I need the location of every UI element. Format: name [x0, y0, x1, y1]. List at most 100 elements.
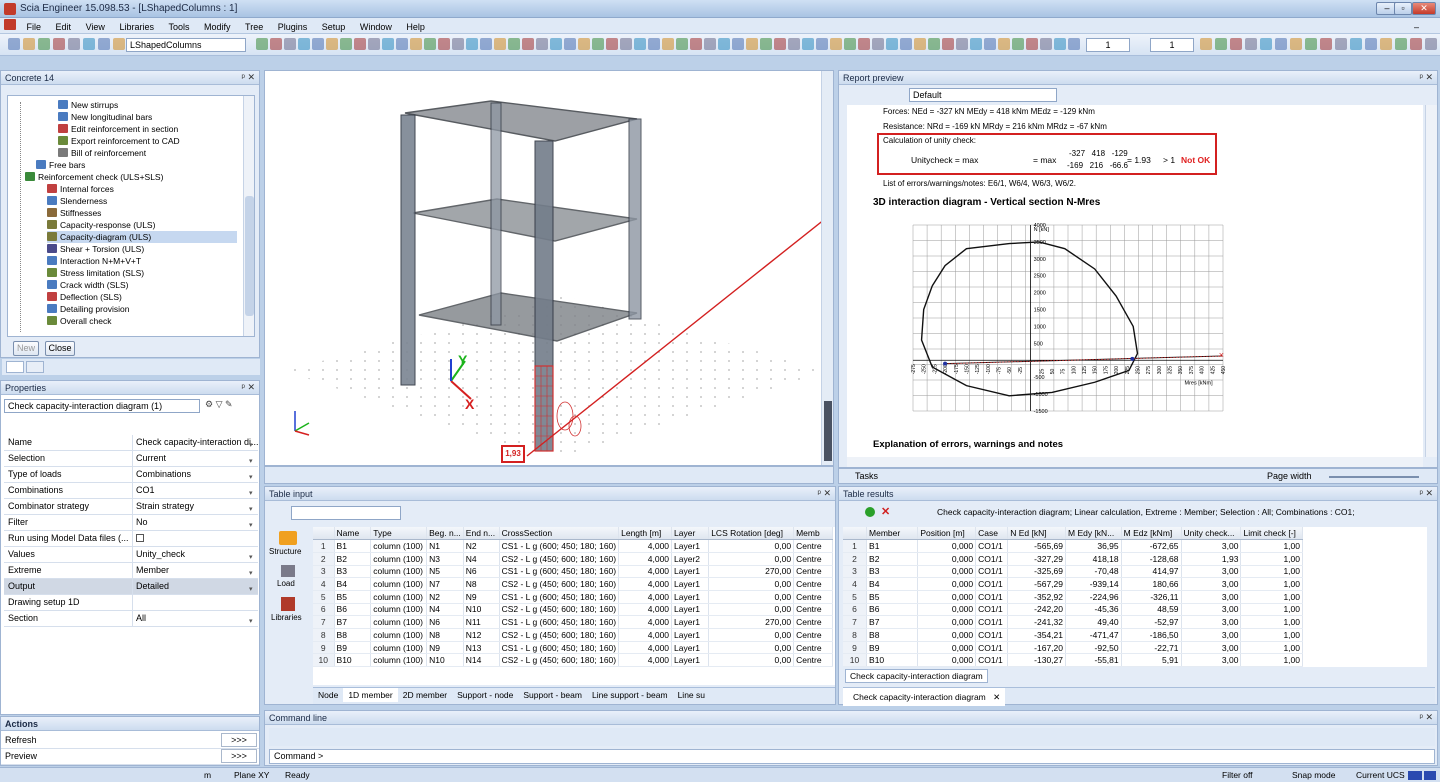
table-cell[interactable]: column (100)	[370, 577, 428, 591]
table-cell[interactable]: 4,000	[618, 615, 673, 629]
table-cell[interactable]: CS2 - L g (450; 600; 180; 160)	[499, 577, 620, 591]
table-cell[interactable]: -224,96	[1065, 590, 1122, 604]
status-filter[interactable]: Filter off	[1222, 770, 1253, 780]
table-cell[interactable]: CS1 - L g (600; 450; 180; 160)	[499, 565, 620, 579]
spin-input-1[interactable]: 1	[1086, 38, 1130, 52]
column-header[interactable]: Layer	[671, 527, 710, 541]
table-cell[interactable]: N11	[463, 615, 500, 629]
tree-scrollbar[interactable]	[243, 96, 254, 336]
column-header[interactable]: End n...	[463, 527, 500, 541]
toolbar-button[interactable]	[620, 38, 632, 50]
table-cell[interactable]: CO1/1	[975, 628, 1009, 642]
zoom-slider[interactable]	[1329, 476, 1419, 478]
property-value[interactable]	[132, 531, 258, 546]
table-cell[interactable]: N5	[426, 565, 464, 579]
table-cell[interactable]: B3	[334, 565, 372, 579]
chevron-down-icon[interactable]: ▾	[249, 470, 256, 481]
table-cell[interactable]: 3,00	[1181, 539, 1242, 553]
table-cell[interactable]: CO1/1	[975, 615, 1009, 629]
table-cell[interactable]: 1,00	[1240, 615, 1303, 629]
toolbar-button[interactable]	[424, 38, 436, 50]
table-cell[interactable]: 1,00	[1240, 628, 1303, 642]
table-cell[interactable]: 9	[843, 641, 868, 655]
table-cell[interactable]: 0,000	[917, 641, 977, 655]
table-cell[interactable]: Layer1	[671, 628, 710, 642]
toolbar-button[interactable]	[592, 38, 604, 50]
table-cell[interactable]: 4,000	[618, 552, 673, 566]
toolbar-button[interactable]	[662, 38, 674, 50]
column-header[interactable]: Name	[334, 527, 372, 541]
toolbar-button[interactable]	[68, 38, 80, 50]
chevron-down-icon[interactable]: ▾	[249, 582, 256, 593]
table-cell[interactable]: -52,97	[1121, 615, 1182, 629]
table-cell[interactable]: column (100)	[370, 552, 428, 566]
toolbar-button[interactable]	[690, 38, 702, 50]
toolbar-button[interactable]	[872, 38, 884, 50]
property-row[interactable]: Output Detailed ▾	[4, 579, 258, 595]
table-cell[interactable]: N10	[463, 603, 500, 617]
close-window-button[interactable]: ✕	[1412, 2, 1436, 15]
tree-item[interactable]: Detailing provision	[47, 303, 129, 315]
table-cell[interactable]: -242,20	[1007, 603, 1066, 617]
table-cell[interactable]: CS1 - L g (600; 450; 180; 160)	[499, 590, 620, 604]
column-header[interactable]: M Edz [kNm]	[1121, 527, 1182, 541]
command-input[interactable]: Command >	[269, 749, 1435, 764]
table-row[interactable]: 10 B10 column (100) N10 N14 CS2 - L g (450; 6…	[313, 653, 833, 668]
column-header[interactable]: Unity check...	[1181, 527, 1242, 541]
doc-icon[interactable]	[0, 18, 18, 32]
table-cell[interactable]: 4,000	[618, 641, 673, 655]
menu-plugins[interactable]: Plugins	[272, 20, 314, 32]
toolbar-button[interactable]	[1290, 38, 1302, 50]
table-cell[interactable]: N12	[463, 628, 500, 642]
table-cell[interactable]: 0,00	[708, 590, 795, 604]
table-row[interactable]: 2 B2 0,000 CO1/1 -327,29 418,18 -128,68 1,93 1,0…	[843, 552, 1303, 566]
toolbar-button[interactable]	[256, 38, 268, 50]
table-input-filter[interactable]	[291, 506, 401, 520]
table-cell[interactable]: 6	[313, 603, 335, 617]
toolbar-button[interactable]	[508, 38, 520, 50]
table-cell[interactable]: 1	[313, 539, 335, 553]
tree-item[interactable]: Export reinforcement to CAD	[58, 135, 180, 147]
table-cell[interactable]: Centre	[793, 577, 833, 591]
column-header[interactable]: LCS Rotation [deg]	[708, 527, 795, 541]
table-cell[interactable]: N1	[426, 539, 464, 553]
left-panel-tabs[interactable]	[2, 359, 260, 375]
table-cell[interactable]: Centre	[793, 615, 833, 629]
toolbar-button[interactable]	[326, 38, 338, 50]
table-cell[interactable]: 4,000	[618, 577, 673, 591]
table-cell[interactable]: 4,000	[618, 653, 673, 668]
table-cell[interactable]: CO1/1	[975, 577, 1009, 591]
tab-layers-icon[interactable]	[26, 361, 44, 373]
tab-support-node[interactable]: Support - node	[452, 688, 518, 702]
table-cell[interactable]: B9	[334, 641, 372, 655]
table-cell[interactable]: B7	[866, 615, 919, 629]
toolbar-button[interactable]	[998, 38, 1010, 50]
table-cell[interactable]: N3	[426, 552, 464, 566]
property-value[interactable]: Unity_check	[132, 547, 258, 562]
toolbar-button[interactable]	[1200, 38, 1212, 50]
table-cell[interactable]: 0,000	[917, 615, 977, 629]
chevron-down-icon[interactable]: ▾	[249, 518, 256, 529]
toolbar-button[interactable]	[914, 38, 926, 50]
toolbar-button[interactable]	[340, 38, 352, 50]
table-cell[interactable]: CO1/1	[975, 552, 1009, 566]
table-cell[interactable]: 1,00	[1240, 653, 1303, 667]
table-row[interactable]: 1 B1 0,000 CO1/1 -565,69 36,95 -672,65 3,00 1,00	[843, 539, 1303, 553]
property-row[interactable]: Selection Current ▾	[4, 451, 258, 467]
toolbar-button[interactable]	[1410, 38, 1422, 50]
table-row[interactable]: 9 B9 0,000 CO1/1 -167,20 -92,50 -22,71 3,00 1,00	[843, 641, 1303, 655]
toolbar-button[interactable]	[396, 38, 408, 50]
table-cell[interactable]: 0,000	[917, 590, 977, 604]
table-cell[interactable]: -326,11	[1121, 590, 1182, 604]
table-cell[interactable]: 5	[843, 590, 868, 604]
chevron-down-icon[interactable]: ▾	[249, 614, 256, 625]
table-row[interactable]: 6 B6 column (100) N4 N10 CS2 - L g (450; 600;…	[313, 603, 833, 617]
toolbar-button[interactable]	[438, 38, 450, 50]
toolbar-button[interactable]	[788, 38, 800, 50]
property-row[interactable]: Combinations CO1 ▾	[4, 483, 258, 499]
side-libraries[interactable]: Libraries	[271, 613, 302, 622]
table-row[interactable]: 4 B4 column (100) N7 N8 CS2 - L g (450; 600; …	[313, 577, 833, 591]
table-cell[interactable]: 1,00	[1240, 641, 1303, 655]
table-cell[interactable]: CO1/1	[975, 590, 1009, 604]
toolbar-button[interactable]	[858, 38, 870, 50]
